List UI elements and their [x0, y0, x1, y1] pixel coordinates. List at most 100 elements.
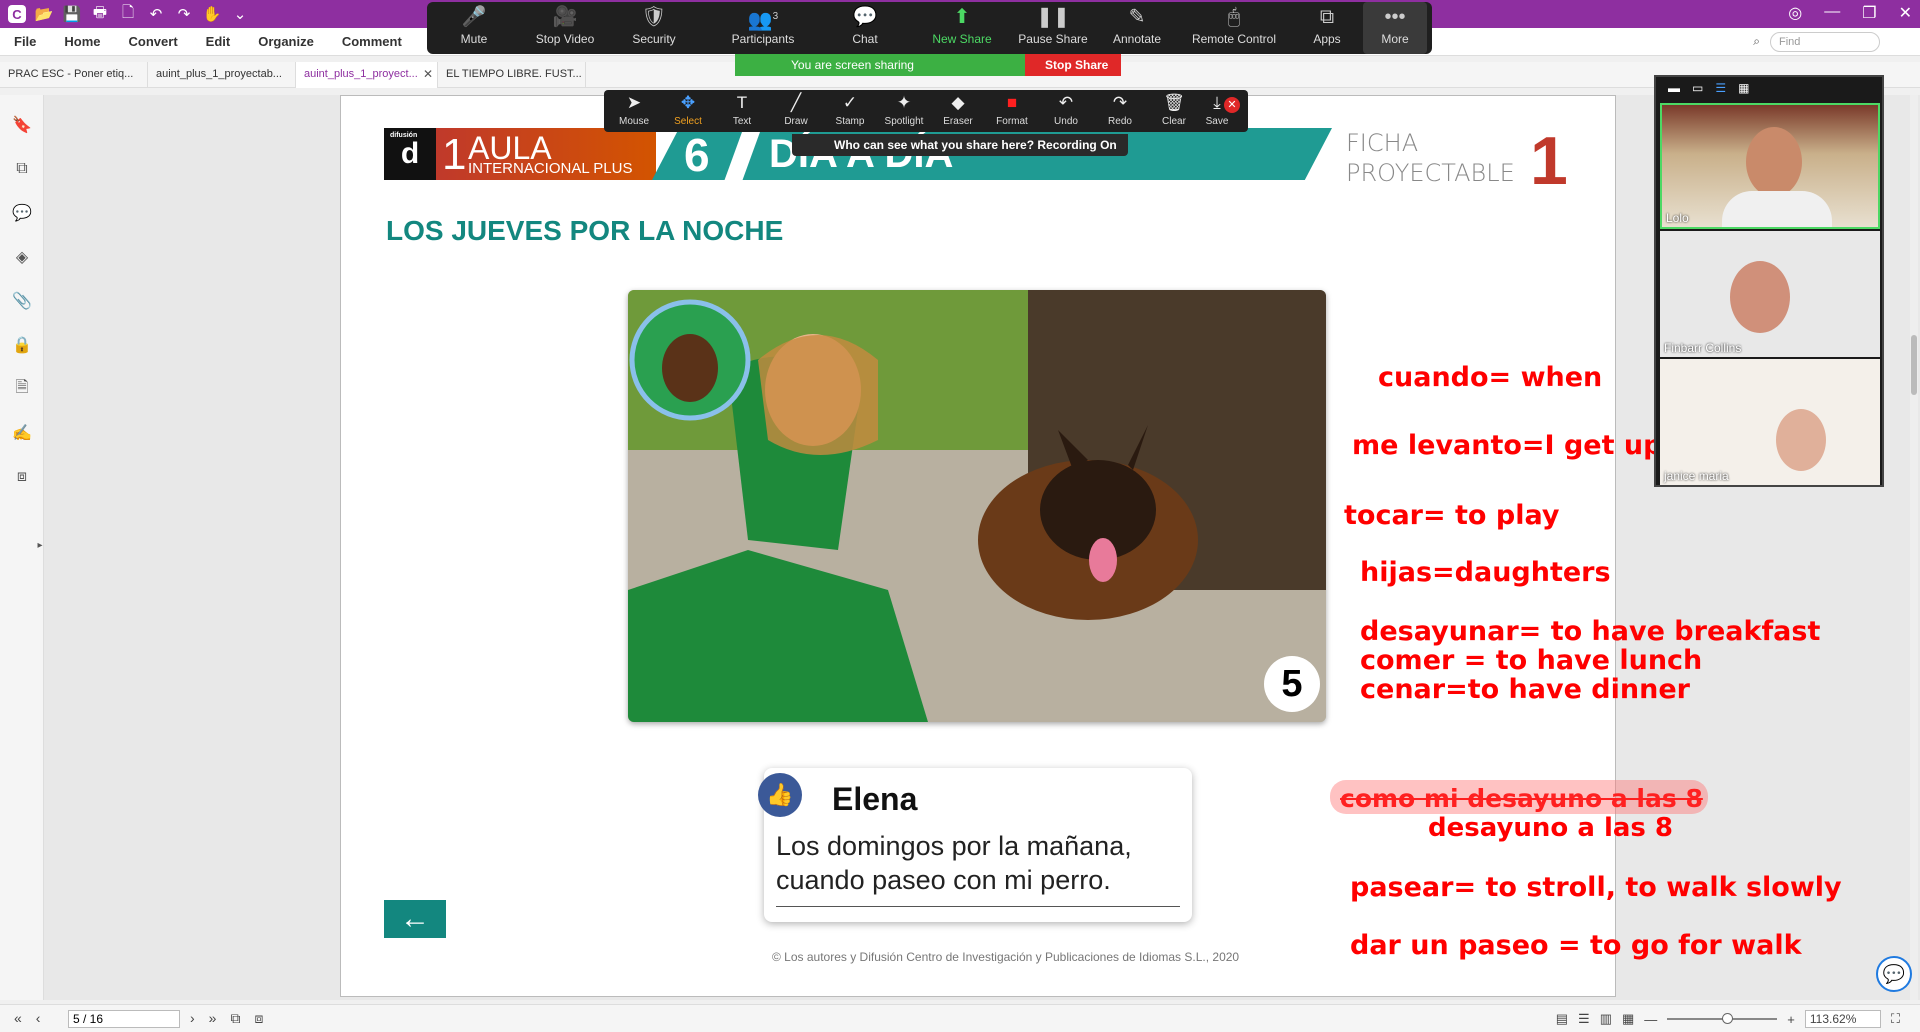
ficha-label: FICHA PROYECTABLE: [1346, 128, 1515, 188]
pages-icon[interactable]: ⧉: [12, 159, 32, 179]
tool-spotlight[interactable]: ✦ Spotlight: [878, 90, 930, 132]
page-number-field[interactable]: 5 / 16: [68, 1010, 180, 1028]
tool-select[interactable]: ✥ Select: [662, 90, 714, 132]
customize-dropdown-icon[interactable]: ⌄: [230, 4, 250, 24]
tab-auint-1[interactable]: auint_plus_1_proyectab...: [148, 62, 296, 88]
account-icon[interactable]: ◎: [1788, 3, 1802, 23]
chat-button[interactable]: 💬 Chat: [825, 2, 905, 54]
menu-organize[interactable]: Organize: [258, 34, 314, 49]
mute-button[interactable]: 🎤 Mute: [435, 2, 513, 54]
stop-share-button[interactable]: Stop Share: [1025, 54, 1121, 76]
layers-icon[interactable]: ◈: [12, 247, 32, 267]
two-page-view-icon[interactable]: ▥: [1600, 1011, 1612, 1027]
zoom-slider-thumb[interactable]: [1722, 1013, 1734, 1024]
zoom-level-field[interactable]: 113.62%: [1804, 1010, 1881, 1028]
document-icon[interactable]: 🗎: [12, 379, 32, 399]
tool-mouse[interactable]: ➤ Mouse: [608, 90, 660, 132]
search-input[interactable]: Find: [1770, 32, 1880, 52]
scroll-thumb[interactable]: [1911, 335, 1917, 395]
zoom-slider[interactable]: [1667, 1013, 1778, 1024]
ficha-line2: PROYECTABLE: [1346, 159, 1515, 187]
gallery-view-icon[interactable]: ▦: [1738, 81, 1749, 95]
two-page-continuous-icon[interactable]: ▦: [1622, 1011, 1634, 1027]
tool-text[interactable]: T Text: [716, 90, 768, 132]
menu-file[interactable]: File: [14, 34, 36, 49]
prev-page-icon[interactable]: ‹: [36, 1010, 41, 1026]
tool-stamp[interactable]: ✓ Stamp: [824, 90, 876, 132]
comments-icon[interactable]: 💬: [12, 203, 32, 223]
next-page-icon[interactable]: ›: [190, 1010, 195, 1027]
menu-comment[interactable]: Comment: [342, 34, 402, 49]
compare-pages-icon[interactable]: ⧈: [254, 1010, 263, 1027]
search-icon[interactable]: ⌕: [1753, 34, 1760, 49]
photo-number-badge: 5: [1264, 656, 1320, 712]
first-page-icon[interactable]: «: [14, 1010, 22, 1026]
minimize-panel-icon[interactable]: ▬: [1668, 81, 1680, 95]
open-folder-icon[interactable]: 📂: [34, 4, 54, 24]
tab-auint-2-active[interactable]: auint_plus_1_proyect... ✕: [296, 62, 438, 88]
video-tile-janice[interactable]: janice maria: [1660, 359, 1880, 485]
single-page-view-icon[interactable]: ▤: [1556, 1011, 1568, 1027]
bookmark-icon[interactable]: 🔖: [12, 115, 32, 135]
tool-format[interactable]: ■ Format: [986, 90, 1038, 132]
remote-control-button[interactable]: 🖱 Remote Control: [1179, 2, 1289, 54]
card-author: Elena: [832, 781, 918, 817]
tool-draw[interactable]: ╱ Draw: [770, 90, 822, 132]
fullscreen-icon[interactable]: ⛶: [1891, 1011, 1900, 1027]
hand-tool-icon[interactable]: ✋: [202, 4, 222, 24]
print-icon[interactable]: 🖶: [90, 4, 110, 24]
back-arrow-button[interactable]: ←: [384, 900, 446, 938]
expand-arrow-icon[interactable]: ▸: [36, 535, 44, 555]
close-icon[interactable]: ✕: [1899, 3, 1912, 23]
assistant-chat-icon[interactable]: 💬: [1876, 956, 1912, 992]
menu-convert[interactable]: Convert: [129, 34, 178, 49]
annotate-button[interactable]: ✎ Annotate: [1097, 2, 1177, 54]
pause-share-button[interactable]: ❚❚ Pause Share: [1011, 2, 1095, 54]
zoom-in-icon[interactable]: +: [1787, 1012, 1795, 1027]
continuous-view-icon[interactable]: ☰: [1578, 1011, 1590, 1027]
close-annotation-icon[interactable]: ✕: [1224, 97, 1240, 113]
minimize-icon[interactable]: —: [1824, 3, 1840, 23]
vertical-scrollbar[interactable]: [1910, 95, 1918, 1000]
annotation-pasear: pasear= to stroll, to walk slowly: [1350, 872, 1842, 903]
video-tile-finbarr[interactable]: Finbarr Collins: [1660, 231, 1880, 357]
save-icon[interactable]: 💾: [62, 4, 82, 24]
undo-icon[interactable]: ↶: [146, 4, 166, 24]
video-tile-lolo[interactable]: Lolo: [1660, 103, 1880, 229]
more-button[interactable]: ••• More: [1363, 2, 1427, 54]
new-document-icon[interactable]: 🗋: [118, 4, 138, 24]
last-page-icon[interactable]: »: [209, 1010, 217, 1027]
redo-icon[interactable]: ↷: [174, 4, 194, 24]
draw-icon: ╱: [790, 93, 802, 112]
tool-clear[interactable]: 🗑 Clear: [1148, 90, 1200, 132]
tab-prac-esc[interactable]: PRAC ESC - Poner etiq...: [0, 62, 148, 88]
apps-button[interactable]: ⧉ Apps: [1295, 2, 1359, 54]
stack-view-icon[interactable]: ☰: [1715, 81, 1726, 95]
lock-icon[interactable]: 🔒: [12, 335, 32, 355]
tab-el-tiempo-libre[interactable]: EL TIEMPO LIBRE. FUST...: [438, 62, 586, 88]
tool-eraser[interactable]: ◆ Eraser: [932, 90, 984, 132]
undo-icon: ↶: [1058, 93, 1074, 112]
tool-undo[interactable]: ↶ Undo: [1040, 90, 1092, 132]
tool-redo[interactable]: ↷ Redo: [1094, 90, 1146, 132]
stop-video-button[interactable]: 🎥 Stop Video: [519, 2, 611, 54]
copy-page-icon[interactable]: ⧉: [230, 1010, 240, 1027]
new-share-button[interactable]: ⬆ New Share: [917, 2, 1007, 54]
menu-home[interactable]: Home: [64, 34, 100, 49]
card-underline: [776, 906, 1180, 907]
attachment-icon[interactable]: 📎: [12, 291, 32, 311]
woman-with-dog-photo: [628, 290, 1326, 722]
tab-close-icon[interactable]: ✕: [423, 67, 433, 81]
mouse-icon: 🖱: [1228, 6, 1240, 28]
security-button[interactable]: 🛡 Security: [615, 2, 693, 54]
participants-button[interactable]: 👥3 Participants: [703, 2, 823, 54]
compare-icon[interactable]: ⧈: [12, 467, 32, 487]
signature-icon[interactable]: ✍: [12, 423, 32, 443]
annotation-desayuno: desayuno a las 8: [1428, 813, 1674, 843]
menu-edit[interactable]: Edit: [206, 34, 231, 49]
zoom-out-icon[interactable]: —: [1644, 1012, 1657, 1027]
restore-icon[interactable]: ❐: [1862, 3, 1876, 23]
participant-name: Finbarr Collins: [1664, 341, 1742, 355]
share-arrow-icon: ⬆: [953, 6, 971, 28]
speaker-view-icon[interactable]: ▭: [1692, 81, 1703, 95]
